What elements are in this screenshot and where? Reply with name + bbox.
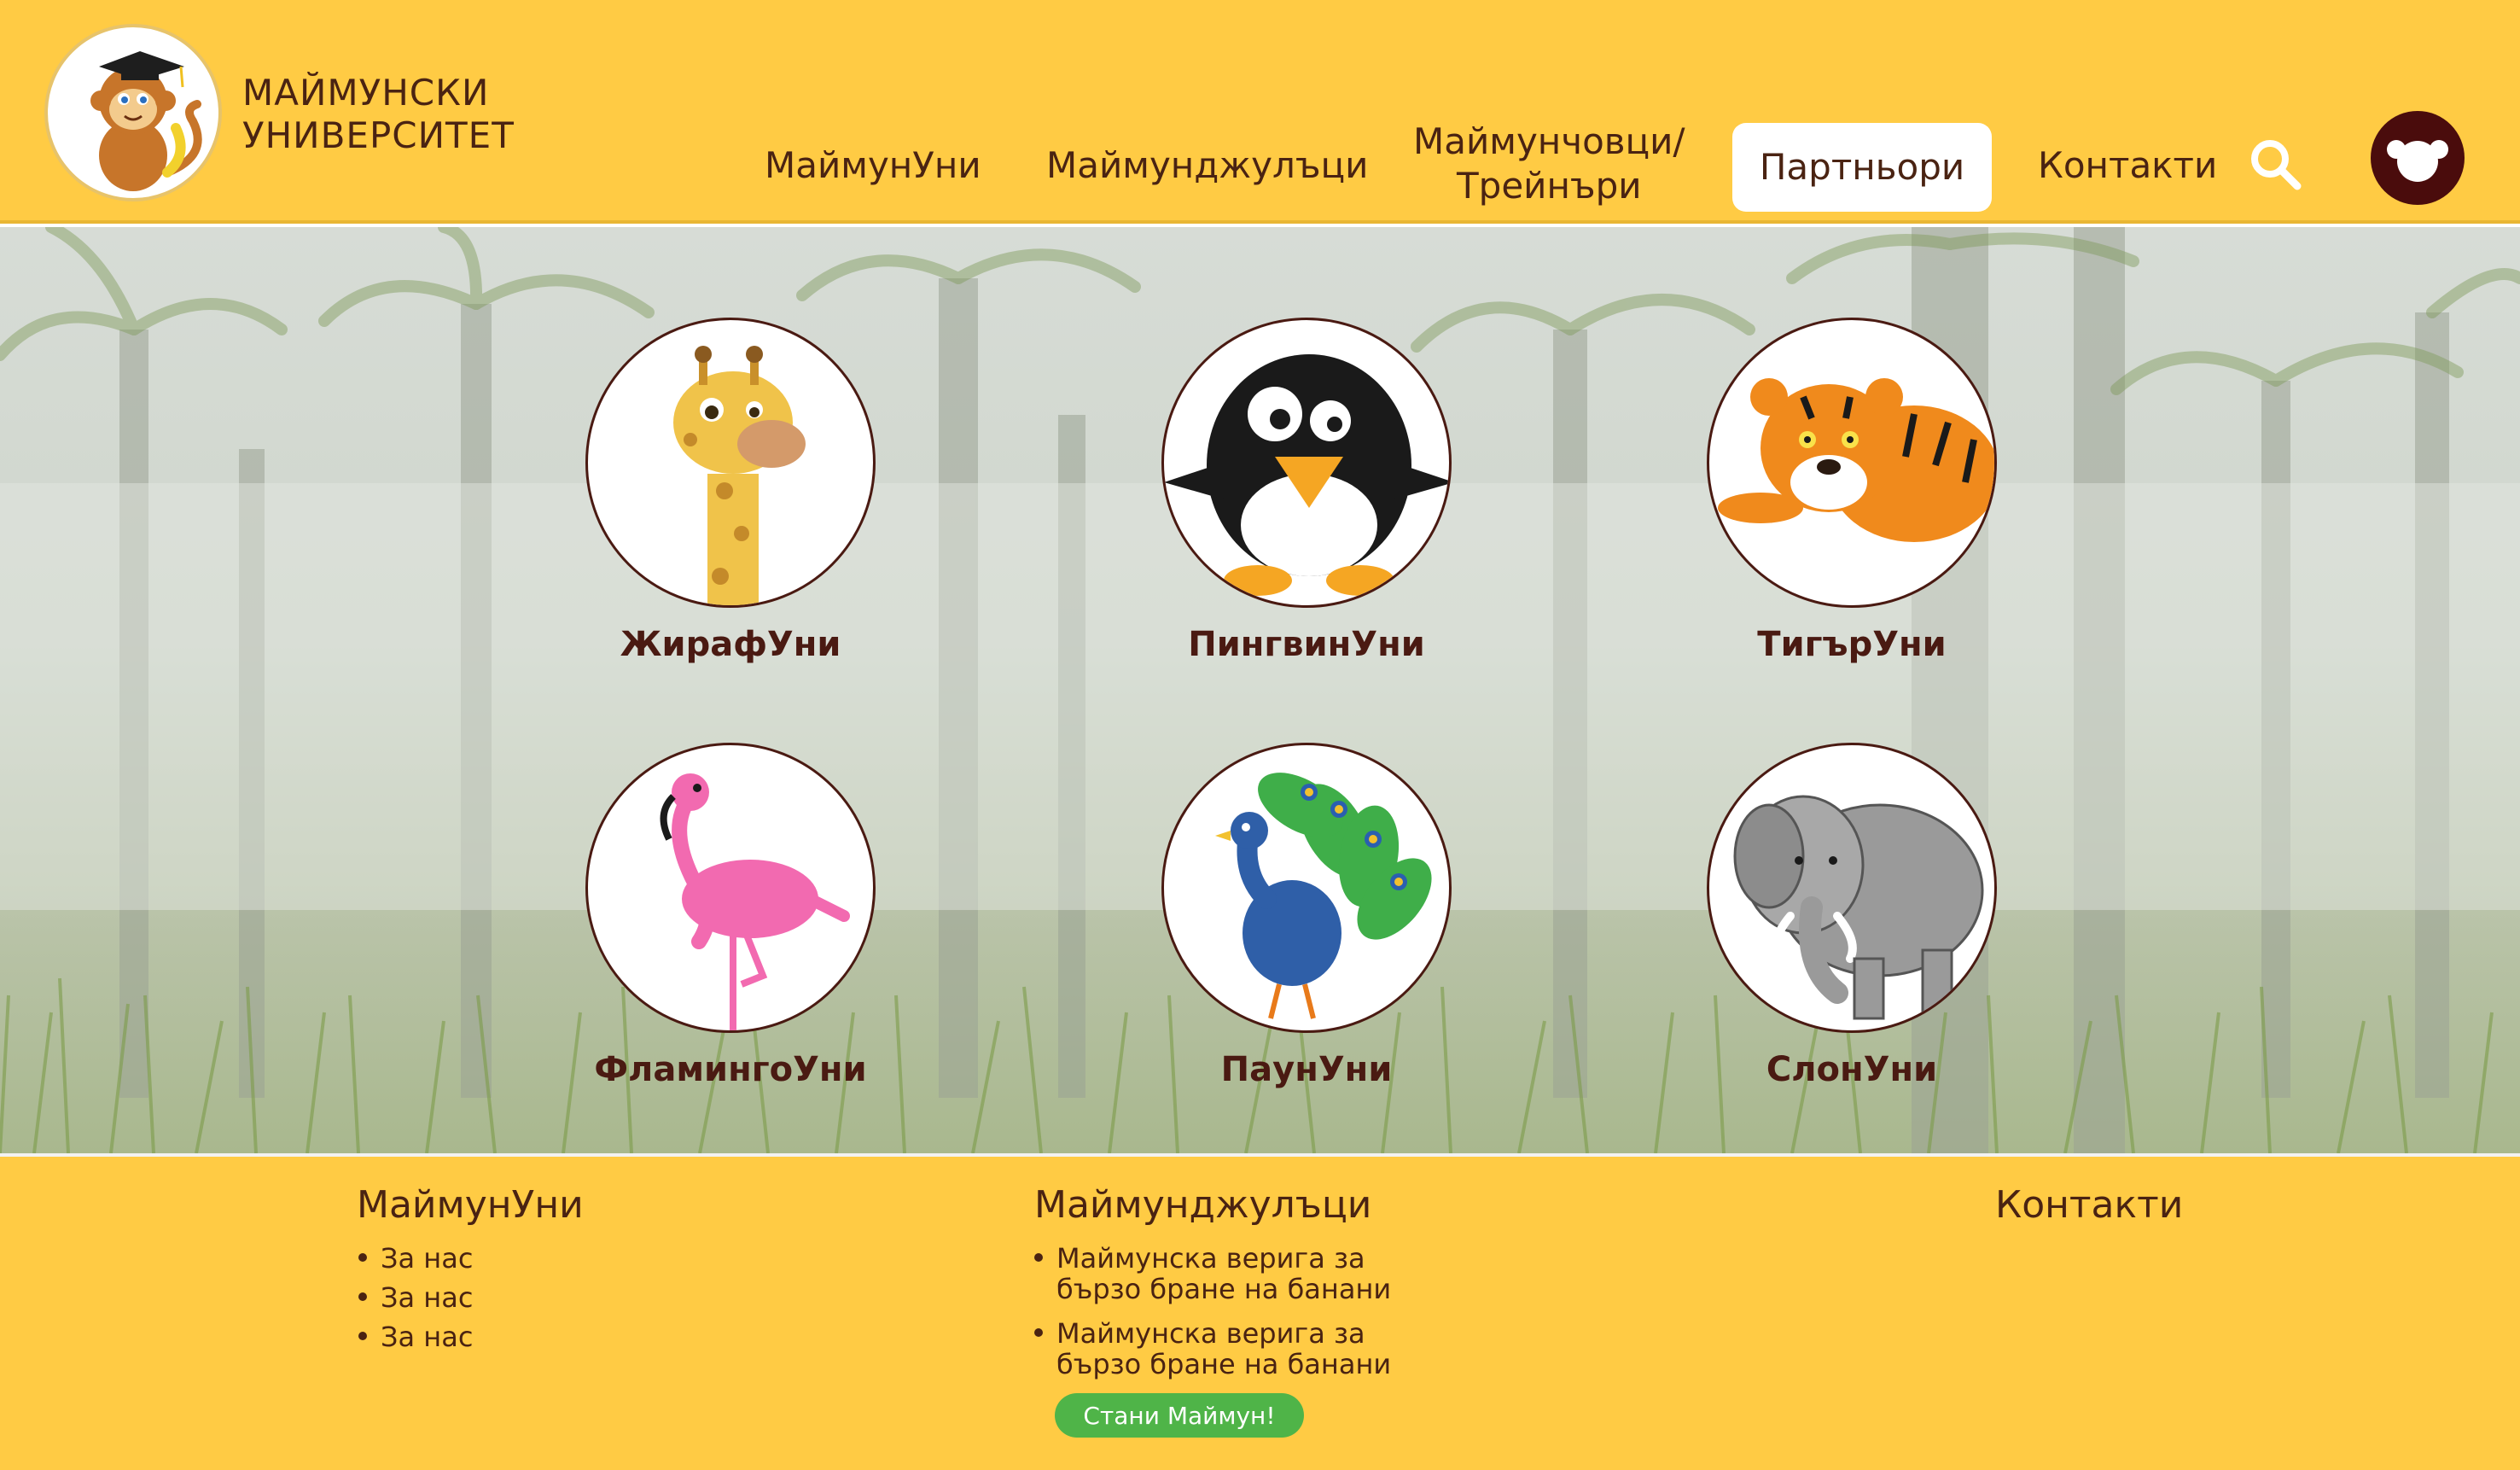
uni-card-peacock[interactable]: ПаунУни [1161,743,1452,1089]
nav-item-trainers[interactable]: Маймунчовци/ Трейнъри [1413,120,1685,208]
user-avatar[interactable] [2371,111,2465,205]
uni-card-elephant[interactable]: СлонУни [1707,743,1997,1089]
brand-name-line1: МАЙМУНСКИ [242,72,490,114]
giraffe-image [585,318,876,608]
footer-link-about-2[interactable]: За нас [357,1282,473,1313]
jungle-hero: ЖирафУни ПингвинУни ТигърУни ФламингоУни… [0,227,2520,1153]
peacock-image [1161,743,1452,1033]
penguin-icon [1164,354,1449,596]
footer-link-about-1[interactable]: За нас [357,1243,473,1274]
brand-name: МАЙМУНСКИ УНИВЕРСИТЕТ [242,72,515,157]
nav-item-maimundzhultsi[interactable]: Маймунджулъци [1046,143,1368,188]
elephant-image [1707,743,1997,1033]
footer-list-maimundzhultsi: Маймунска верига за бързо бране на банан… [1033,1243,1391,1380]
nav-item-trainers-line2: Трейнъри [1457,165,1642,207]
penguin-image [1161,318,1452,608]
uni-label-flamingo: ФламингоУни [594,1050,867,1089]
flamingo-image [585,743,876,1033]
giraffe-icon [673,346,806,605]
uni-card-penguin[interactable]: ПингвинУни [1161,318,1452,664]
uni-label-tiger: ТигърУни [1757,625,1947,664]
uni-card-giraffe[interactable]: ЖирафУни [585,318,876,664]
nav-item-contacts[interactable]: Контакти [2038,143,2217,188]
become-monkey-button[interactable]: Стани Маймун! [1055,1393,1304,1438]
footer-link-chain-2[interactable]: Маймунска верига за бързо бране на банан… [1033,1318,1391,1380]
uni-label-giraffe: ЖирафУни [620,625,841,664]
nav-item-partners[interactable]: Партньори [1732,123,1992,212]
site-header: МАЙМУНСКИ УНИВЕРСИТЕТ МаймунУни Маймундж… [0,0,2520,224]
footer-heading-maimundzhultsi[interactable]: Маймунджулъци [1034,1183,1371,1227]
footer-heading-maimununi[interactable]: МаймунУни [357,1183,584,1227]
flamingo-icon [660,773,850,1030]
footer-heading-contacts[interactable]: Контакти [1995,1183,2183,1227]
footer-link-chain-2-line1: Маймунска верига за [1056,1317,1365,1350]
tiger-image [1707,318,1997,608]
uni-label-penguin: ПингвинУни [1188,625,1425,664]
nav-item-trainers-line1: Маймунчовци/ [1413,120,1685,162]
uni-label-elephant: СлонУни [1766,1050,1938,1089]
elephant-icon [1733,795,1984,1020]
footer-link-about-3[interactable]: За нас [357,1321,473,1352]
footer-link-chain-1-line1: Маймунска верига за [1056,1242,1365,1275]
brand-name-line2: УНИВЕРСИТЕТ [242,114,515,156]
search-icon[interactable] [2248,137,2302,191]
monkey-face-icon [2387,140,2448,182]
footer-link-chain-1[interactable]: Маймунска верига за бързо бране на банан… [1033,1243,1391,1304]
footer-list-maimununi: За нас За нас За нас [357,1243,473,1352]
peacock-icon [1215,773,1432,1019]
logo[interactable] [44,24,222,201]
uni-card-flamingo[interactable]: ФламингоУни [585,743,876,1089]
uni-label-peacock: ПаунУни [1220,1050,1393,1089]
nav-item-maimununi[interactable]: МаймунУни [765,143,981,188]
footer-link-chain-2-line2: бързо бране на банани [1056,1348,1392,1380]
footer-link-chain-1-line2: бързо бране на банани [1056,1273,1392,1305]
uni-card-tiger[interactable]: ТигърУни [1707,318,1997,664]
tiger-icon [1718,378,1994,542]
monkey-graduate-logo-icon [90,51,202,191]
